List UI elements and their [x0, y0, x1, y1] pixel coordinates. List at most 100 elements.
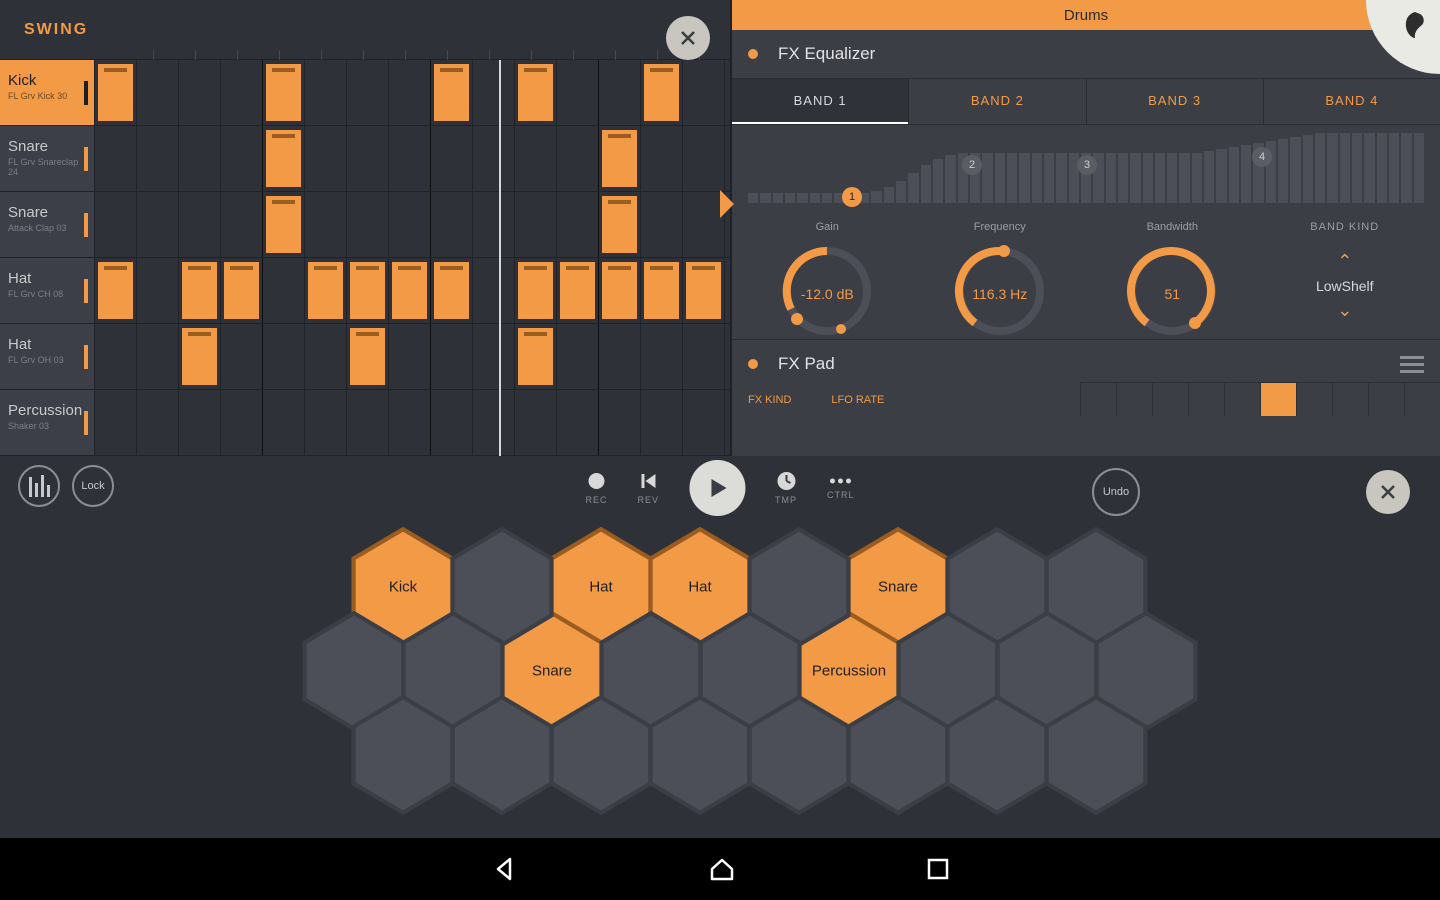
step-cell[interactable] [431, 258, 473, 323]
step-cell[interactable] [557, 390, 599, 455]
band-tab[interactable]: BAND 3 [1086, 79, 1263, 124]
step-cell[interactable] [179, 192, 221, 257]
note[interactable] [266, 64, 301, 121]
note[interactable] [518, 64, 553, 121]
step-cell[interactable] [515, 60, 557, 125]
step-cell[interactable] [431, 192, 473, 257]
note[interactable] [224, 262, 259, 319]
step-cell[interactable] [431, 324, 473, 389]
step-cell[interactable] [389, 390, 431, 455]
step-cell[interactable] [431, 60, 473, 125]
drum-pad-empty[interactable] [449, 694, 555, 816]
note[interactable] [182, 328, 217, 385]
step-cell[interactable] [263, 60, 305, 125]
play-button[interactable] [689, 460, 745, 516]
swing-label[interactable]: SWING [0, 21, 88, 39]
step-cell[interactable] [263, 324, 305, 389]
step-cell[interactable] [641, 192, 683, 257]
fx-pad-grid[interactable] [1080, 382, 1440, 416]
lock-button[interactable]: Lock [72, 465, 114, 507]
step-cell[interactable] [641, 390, 683, 455]
note[interactable] [350, 328, 385, 385]
step-cell[interactable] [305, 60, 347, 125]
step-cell[interactable] [557, 324, 599, 389]
step-cell[interactable] [221, 60, 263, 125]
step-cell[interactable] [641, 324, 683, 389]
close-sequencer-button[interactable] [666, 16, 710, 60]
step-cell[interactable] [347, 60, 389, 125]
step-cell[interactable] [95, 192, 137, 257]
step-cell[interactable] [137, 324, 179, 389]
step-cell[interactable] [683, 126, 725, 191]
lfo-rate-label[interactable]: LFO RATE [831, 394, 884, 406]
step-cell[interactable] [389, 324, 431, 389]
band-tab[interactable]: BAND 1 [732, 79, 908, 124]
note[interactable] [644, 262, 679, 319]
step-cell[interactable] [473, 258, 515, 323]
step-cell[interactable] [473, 126, 515, 191]
note[interactable] [98, 262, 133, 319]
step-cell[interactable] [305, 390, 347, 455]
note[interactable] [602, 196, 637, 253]
step-cell[interactable] [641, 60, 683, 125]
step-cell[interactable] [179, 60, 221, 125]
step-cell[interactable] [683, 60, 725, 125]
step-cell[interactable] [473, 324, 515, 389]
eq-enabled-led[interactable] [748, 49, 758, 59]
step-cell[interactable] [305, 126, 347, 191]
step-cell[interactable] [641, 126, 683, 191]
note[interactable] [686, 262, 721, 319]
tempo-button[interactable]: TMP [775, 471, 797, 505]
step-cell[interactable] [137, 60, 179, 125]
band-dot-4[interactable]: 4 [1252, 147, 1272, 167]
drum-pad-empty[interactable] [647, 694, 753, 816]
note[interactable] [98, 64, 133, 121]
step-cell[interactable] [557, 126, 599, 191]
step-cell[interactable] [389, 192, 431, 257]
step-cell[interactable] [221, 258, 263, 323]
step-cell[interactable] [473, 192, 515, 257]
step-cell[interactable] [599, 258, 641, 323]
step-cell[interactable] [599, 192, 641, 257]
step-cell[interactable] [389, 258, 431, 323]
channel-name-strip[interactable]: Drums [732, 0, 1440, 30]
step-cell[interactable] [179, 390, 221, 455]
step-cell[interactable] [179, 324, 221, 389]
step-cell[interactable] [683, 192, 725, 257]
note[interactable] [266, 196, 301, 253]
step-cell[interactable] [95, 60, 137, 125]
step-cell[interactable] [263, 390, 305, 455]
step-cell[interactable] [683, 390, 725, 455]
band-kind-up-icon[interactable]: ⌃ [1264, 251, 1427, 272]
step-cell[interactable] [137, 192, 179, 257]
fx-kind-label[interactable]: FX KIND [748, 394, 791, 406]
fx-pad-led[interactable] [748, 359, 758, 369]
step-cell[interactable] [389, 126, 431, 191]
note[interactable] [434, 262, 469, 319]
step-cell[interactable] [221, 390, 263, 455]
note[interactable] [602, 130, 637, 187]
step-cell[interactable] [557, 192, 599, 257]
control-more-button[interactable]: CTRL [827, 476, 855, 500]
step-cell[interactable] [137, 126, 179, 191]
track-label[interactable]: PercussionShaker 03 [0, 390, 95, 455]
step-cell[interactable] [347, 258, 389, 323]
rewind-button[interactable]: REV [637, 471, 659, 505]
recent-apps-icon[interactable] [926, 857, 950, 881]
band-dot-1[interactable]: 1 [842, 187, 862, 207]
step-cell[interactable] [305, 192, 347, 257]
drum-pad-empty[interactable] [1043, 694, 1149, 816]
note[interactable] [518, 262, 553, 319]
track-label[interactable]: KickFL Grv Kick 30 [0, 60, 95, 125]
step-cell[interactable] [347, 390, 389, 455]
step-cell[interactable] [347, 126, 389, 191]
step-cell[interactable] [263, 258, 305, 323]
band-tab[interactable]: BAND 2 [908, 79, 1085, 124]
band-tab[interactable]: BAND 4 [1263, 79, 1440, 124]
track-label[interactable]: HatFL Grv CH 08 [0, 258, 95, 323]
step-cell[interactable] [305, 258, 347, 323]
track-label[interactable]: SnareAttack Clap 03 [0, 192, 95, 257]
step-cell[interactable] [95, 390, 137, 455]
note[interactable] [560, 262, 595, 319]
step-cell[interactable] [347, 324, 389, 389]
